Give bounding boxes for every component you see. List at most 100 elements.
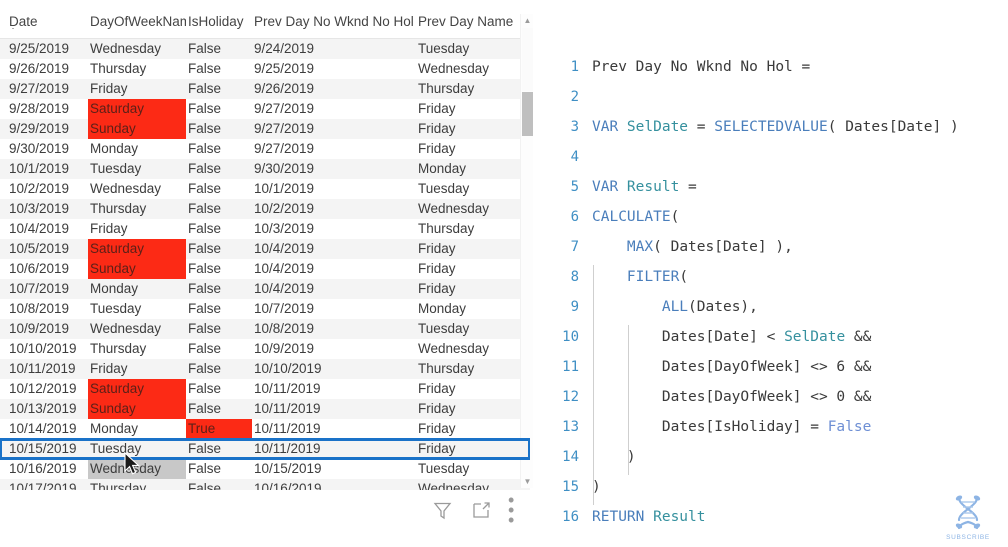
table-cell-isHoliday[interactable]: False [186, 379, 252, 399]
table-cell-dayOfWeekName[interactable]: Monday [88, 419, 186, 439]
dax-formula-code[interactable]: 1 Prev Day No Wknd No Hol = 2 3 VAR SelDate … [560, 52, 1008, 525]
table-cell-date[interactable]: 10/13/2019 [0, 399, 88, 419]
scrollbar-thumb[interactable] [522, 92, 533, 136]
table-cell-dayOfWeekName[interactable]: Sunday [88, 119, 186, 139]
table-cell-prevDayNoWkndNoHol[interactable]: 9/24/2019 [252, 39, 416, 59]
sort-ascending-icon[interactable] [9, 28, 17, 29]
table-cell-prevDayNoWkndNoHol[interactable]: 10/10/2019 [252, 359, 416, 379]
table-cell-isHoliday[interactable]: False [186, 59, 252, 79]
table-cell-date[interactable]: 10/16/2019 [0, 459, 88, 479]
code-line[interactable]: 1 Prev Day No Wknd No Hol = [560, 52, 1008, 82]
table-cell-isHoliday[interactable]: False [186, 299, 252, 319]
code-line[interactable]: 9 ALL(Dates), [560, 292, 1008, 325]
table-cell-prevDayName[interactable]: Wednesday [416, 199, 516, 219]
code-line-text[interactable]: VAR SelDate = SELECTEDVALUE( Dates[Date]… [592, 119, 959, 135]
table-cell-prevDayNoWkndNoHol[interactable]: 10/2/2019 [252, 199, 416, 219]
table-cell-isHoliday[interactable]: False [186, 159, 252, 179]
table-cell-dayOfWeekName[interactable]: Sunday [88, 259, 186, 279]
table-cell-prevDayName[interactable]: Tuesday [416, 459, 516, 479]
code-line[interactable]: 3 VAR SelDate = SELECTEDVALUE( Dates[Date… [560, 112, 1008, 142]
table-cell-prevDayName[interactable]: Friday [416, 399, 516, 419]
scroll-up-arrow-icon[interactable]: ▲ [521, 14, 534, 27]
table-cell-isHoliday[interactable]: False [186, 439, 252, 459]
table-cell-isHoliday[interactable]: False [186, 79, 252, 99]
code-line-text[interactable]: Dates[Date] < SelDate && [592, 325, 871, 355]
code-line[interactable]: 14 ) [560, 442, 1008, 475]
table-cell-prevDayNoWkndNoHol[interactable]: 10/4/2019 [252, 259, 416, 279]
table-cell-prevDayNoWkndNoHol[interactable]: 10/7/2019 [252, 299, 416, 319]
code-line-text[interactable]: ) [592, 445, 636, 475]
table-cell-prevDayNoWkndNoHol[interactable]: 10/11/2019 [252, 379, 416, 399]
table-cell-prevDayNoWkndNoHol[interactable]: 9/26/2019 [252, 79, 416, 99]
table-cell-isHoliday[interactable]: False [186, 479, 252, 490]
dates-table-visual[interactable]: Date DayOfWeekNameIsHoliday Prev Day No Wk… [0, 8, 545, 490]
table-cell-isHoliday[interactable]: False [186, 459, 252, 479]
table-row[interactable]: 9/27/2019 Friday False 9/26/2019 Thursday [0, 79, 530, 99]
table-row[interactable]: 10/15/2019 Tuesday False 10/11/2019 Friday [0, 438, 530, 460]
table-cell-prevDayNoWkndNoHol[interactable]: 9/27/2019 [252, 119, 416, 139]
table-cell-prevDayName[interactable]: Tuesday [416, 179, 516, 199]
table-cell-isHoliday[interactable]: False [186, 219, 252, 239]
table-row[interactable]: 10/12/2019 Saturday False 10/11/2019 Friday [0, 379, 530, 399]
table-vertical-scrollbar[interactable]: ▲ ▼ [520, 14, 533, 488]
table-cell-prevDayNoWkndNoHol[interactable]: 10/8/2019 [252, 319, 416, 339]
table-cell-dayOfWeekName[interactable]: Friday [88, 219, 186, 239]
table-cell-dayOfWeekName[interactable]: Wednesday [88, 39, 186, 59]
table-cell-prevDayName[interactable]: Friday [416, 279, 516, 299]
column-header-isHoliday[interactable]: IsHoliday [186, 8, 252, 29]
table-body[interactable]: 9/25/2019 Wednesday False 9/24/2019 Tuesday 9… [0, 39, 530, 490]
table-cell-dayOfWeekName[interactable]: Thursday [88, 479, 186, 490]
table-cell-date[interactable]: 10/17/2019 [0, 479, 88, 490]
code-line[interactable]: 8 FILTER( [560, 262, 1008, 295]
code-line[interactable]: 7 MAX( Dates[Date] ), [560, 232, 1008, 262]
code-line-text[interactable]: MAX( Dates[Date] ), [592, 239, 793, 255]
table-cell-isHoliday[interactable]: False [186, 279, 252, 299]
table-cell-isHoliday[interactable]: False [186, 339, 252, 359]
column-header-prevDayName[interactable]: Prev Day Name [416, 8, 526, 29]
table-cell-isHoliday[interactable]: True [186, 419, 252, 439]
table-cell-date[interactable]: 10/5/2019 [0, 239, 88, 259]
table-cell-date[interactable]: 10/15/2019 [0, 439, 88, 459]
table-cell-dayOfWeekName[interactable]: Saturday [88, 239, 186, 259]
table-row[interactable]: 9/29/2019 Sunday False 9/27/2019 Friday [0, 119, 530, 139]
code-line[interactable]: 5 VAR Result = [560, 172, 1008, 202]
table-cell-prevDayNoWkndNoHol[interactable]: 9/27/2019 [252, 139, 416, 159]
more-options-icon[interactable]: • • • [508, 491, 532, 529]
code-line[interactable]: 2 [560, 82, 1008, 112]
scroll-down-arrow-icon[interactable]: ▼ [521, 475, 534, 488]
table-cell-date[interactable]: 10/10/2019 [0, 339, 88, 359]
code-line-text[interactable]: Dates[DayOfWeek] <> 6 && [592, 355, 871, 385]
table-cell-dayOfWeekName[interactable]: Thursday [88, 339, 186, 359]
table-cell-prevDayName[interactable]: Tuesday [416, 319, 516, 339]
filter-icon[interactable] [430, 498, 454, 522]
table-cell-prevDayName[interactable]: Wednesday [416, 339, 516, 359]
table-cell-dayOfWeekName[interactable]: Monday [88, 279, 186, 299]
table-cell-prevDayNoWkndNoHol[interactable]: 9/27/2019 [252, 99, 416, 119]
table-cell-date[interactable]: 10/3/2019 [0, 199, 88, 219]
table-cell-date[interactable]: 9/30/2019 [0, 139, 88, 159]
table-cell-prevDayName[interactable]: Wednesday [416, 59, 516, 79]
table-cell-prevDayName[interactable]: Friday [416, 259, 516, 279]
table-cell-dayOfWeekName[interactable]: Saturday [88, 99, 186, 119]
table-row[interactable]: 10/6/2019 Sunday False 10/4/2019 Friday [0, 259, 530, 279]
table-cell-dayOfWeekName[interactable]: Sunday [88, 399, 186, 419]
code-line-text[interactable]: Dates[DayOfWeek] <> 0 && [592, 385, 871, 415]
code-line-text[interactable]: FILTER( [592, 265, 688, 295]
table-cell-dayOfWeekName[interactable]: Tuesday [88, 439, 186, 459]
table-row[interactable]: 10/1/2019 Tuesday False 9/30/2019 Monday [0, 159, 530, 179]
table-cell-isHoliday[interactable]: False [186, 139, 252, 159]
table-cell-prevDayNoWkndNoHol[interactable]: 10/4/2019 [252, 279, 416, 299]
table-cell-dayOfWeekName[interactable]: Wednesday [88, 459, 186, 479]
table-cell-dayOfWeekName[interactable]: Thursday [88, 199, 186, 219]
table-cell-prevDayName[interactable]: Friday [416, 139, 516, 159]
table-cell-prevDayName[interactable]: Monday [416, 299, 516, 319]
table-cell-dayOfWeekName[interactable]: Wednesday [88, 319, 186, 339]
table-row[interactable]: 10/2/2019 Wednesday False 10/1/2019 Tuesday [0, 179, 530, 199]
table-cell-prevDayName[interactable]: Friday [416, 439, 516, 459]
table-cell-prevDayNoWkndNoHol[interactable]: 10/4/2019 [252, 239, 416, 259]
table-cell-date[interactable]: 10/8/2019 [0, 299, 88, 319]
table-cell-prevDayName[interactable]: Thursday [416, 79, 516, 99]
code-line-text[interactable]: CALCULATE( [592, 209, 679, 225]
code-line-text[interactable]: VAR Result = [592, 179, 697, 195]
table-cell-dayOfWeekName[interactable]: Monday [88, 139, 186, 159]
